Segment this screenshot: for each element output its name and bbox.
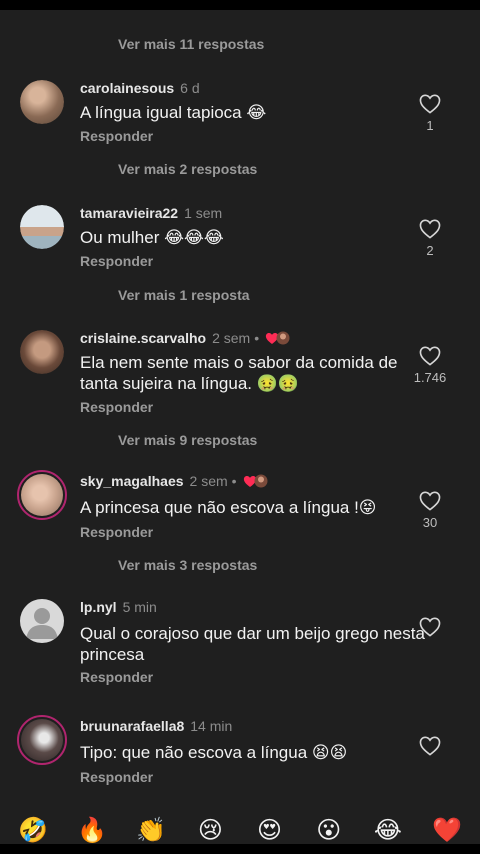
like-count: 1.746 — [413, 370, 447, 385]
comment-username[interactable]: carolainesous — [80, 80, 174, 96]
heart-outline-icon[interactable] — [419, 491, 441, 511]
like-column: 1.746 — [400, 346, 460, 385]
avatar[interactable] — [20, 330, 64, 374]
like-column — [400, 736, 460, 760]
comment-username[interactable]: sky_magalhaes — [80, 473, 184, 489]
comment-username[interactable]: lp.nyl — [80, 599, 117, 615]
like-count: 30 — [422, 515, 438, 530]
view-more-replies-link[interactable]: Ver mais 2 respostas — [118, 161, 257, 177]
heart-outline-icon[interactable] — [419, 346, 441, 366]
comment-text: A língua igual tapioca 😂 — [80, 103, 267, 122]
status-bar — [0, 0, 480, 10]
avatar[interactable] — [17, 715, 67, 765]
comment-text: A princesa que não escova a língua !😝 — [80, 498, 377, 517]
fire-emoji-button[interactable]: 🔥 — [77, 816, 107, 846]
separator-dot: • — [254, 330, 260, 346]
red-heart-emoji-button[interactable]: ❤️ — [432, 816, 462, 846]
creator-avatar-icon — [254, 474, 268, 488]
heart-eyes-emoji-button[interactable]: 😍 — [255, 816, 285, 846]
joy-emoji-button[interactable]: 😂 — [373, 816, 403, 846]
comment-username[interactable]: bruunarafaella8 — [80, 718, 184, 734]
cry-emoji-button[interactable]: 😢 — [195, 816, 225, 846]
comment-text: Qual o corajoso que dar um beijo grego n… — [80, 624, 425, 664]
view-more-replies-link[interactable]: Ver mais 9 respostas — [118, 432, 257, 448]
heart-outline-icon[interactable] — [419, 617, 441, 637]
heart-outline-icon[interactable] — [419, 736, 441, 756]
creator-avatar-icon — [276, 331, 290, 345]
separator-dot: • — [231, 473, 237, 489]
comment-time: 2 sem — [189, 473, 228, 489]
like-count: 1 — [426, 118, 434, 133]
reply-button[interactable]: Responder — [80, 128, 153, 144]
comment-text: Tipo: que não escova a língua 😫😫 — [80, 743, 348, 762]
clap-emoji-button[interactable]: 👏 — [136, 816, 166, 846]
view-more-replies-link[interactable]: Ver mais 1 resposta — [118, 287, 250, 303]
default-avatar-icon — [26, 608, 58, 639]
reply-button[interactable]: Responder — [80, 669, 153, 685]
comment-time: 1 sem — [184, 205, 223, 221]
view-more-replies-link[interactable]: Ver mais 3 respostas — [118, 557, 257, 573]
like-column — [400, 617, 460, 641]
like-count: 2 — [426, 243, 434, 258]
navigation-bar — [0, 844, 480, 854]
heart-outline-icon[interactable] — [419, 219, 441, 239]
comment-text: Ela nem sente mais o sabor da comida de … — [80, 353, 398, 393]
reply-button[interactable]: Responder — [80, 524, 153, 540]
reply-button[interactable]: Responder — [80, 769, 153, 785]
comments-screen: Ver mais 11 respostas carolainesous 6 d A… — [0, 0, 480, 854]
like-column: 1 — [400, 94, 460, 133]
surprised-emoji-button[interactable]: 😮 — [314, 816, 344, 846]
like-column: 2 — [400, 219, 460, 258]
comment-time: 14 min — [190, 718, 233, 734]
comment-time: 2 sem — [212, 330, 251, 346]
avatar[interactable] — [20, 80, 64, 124]
emoji-quick-bar: 🤣 🔥 👏 😢 😍 😮 😂 ❤️ — [0, 816, 480, 846]
avatar[interactable] — [20, 599, 64, 643]
avatar[interactable] — [20, 205, 64, 249]
creator-liked-badge — [243, 474, 268, 491]
creator-liked-badge — [265, 331, 290, 348]
avatar[interactable] — [17, 470, 67, 520]
view-more-replies-link[interactable]: Ver mais 11 respostas — [118, 36, 264, 52]
like-column: 30 — [400, 491, 460, 530]
comment-time: 6 d — [180, 80, 200, 96]
reply-button[interactable]: Responder — [80, 399, 153, 415]
comment-time: 5 min — [122, 599, 157, 615]
rofl-emoji-button[interactable]: 🤣 — [18, 816, 48, 846]
comment-username[interactable]: tamaravieira22 — [80, 205, 178, 221]
comment-text: Ou mulher 😂😂😂 — [80, 228, 224, 247]
reply-button[interactable]: Responder — [80, 253, 153, 269]
comment-username[interactable]: crislaine.scarvalho — [80, 330, 206, 346]
heart-outline-icon[interactable] — [419, 94, 441, 114]
